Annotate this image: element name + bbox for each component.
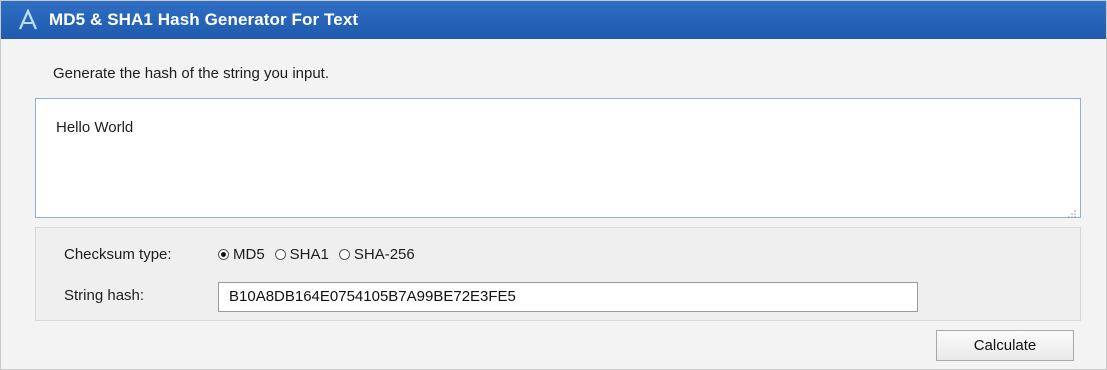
string-hash-label: String hash: bbox=[64, 287, 145, 304]
radio-sha1-indicator[interactable] bbox=[274, 249, 286, 260]
resize-grip-icon[interactable] bbox=[1068, 205, 1076, 218]
radio-sha256-indicator[interactable] bbox=[338, 249, 350, 260]
radio-md5-label: MD5 bbox=[233, 246, 265, 263]
checksum-type-label: Checksum type: bbox=[64, 246, 172, 263]
text-input-value: Hello World bbox=[56, 119, 134, 136]
calculate-button[interactable]: Calculate bbox=[936, 330, 1074, 361]
checksum-type-radio-group: MD5 SHA1 SHA-256 bbox=[218, 246, 425, 263]
title-bar: MD5 & SHA1 Hash Generator For Text bbox=[1, 1, 1106, 39]
string-hash-field[interactable]: B10A8DB164E0754105B7A99BE72E3FE5 bbox=[218, 282, 918, 312]
radio-sha1-label: SHA1 bbox=[289, 246, 329, 263]
text-input-area[interactable]: Hello World bbox=[35, 98, 1081, 218]
radio-md5-indicator[interactable] bbox=[218, 249, 229, 260]
hash-generator-window: MD5 & SHA1 Hash Generator For Text Gener… bbox=[0, 0, 1107, 370]
radio-md5[interactable]: MD5 bbox=[218, 246, 265, 263]
radio-sha256[interactable]: SHA-256 bbox=[338, 246, 415, 263]
intro-text: Generate the hash of the string you inpu… bbox=[53, 65, 330, 82]
options-panel: Checksum type: MD5 SHA1 SHA-256 String h… bbox=[35, 227, 1081, 321]
radio-sha256-label: SHA-256 bbox=[353, 246, 415, 263]
radio-sha1[interactable]: SHA1 bbox=[274, 246, 329, 263]
app-logo-icon bbox=[17, 8, 39, 31]
window-title: MD5 & SHA1 Hash Generator For Text bbox=[49, 10, 359, 29]
